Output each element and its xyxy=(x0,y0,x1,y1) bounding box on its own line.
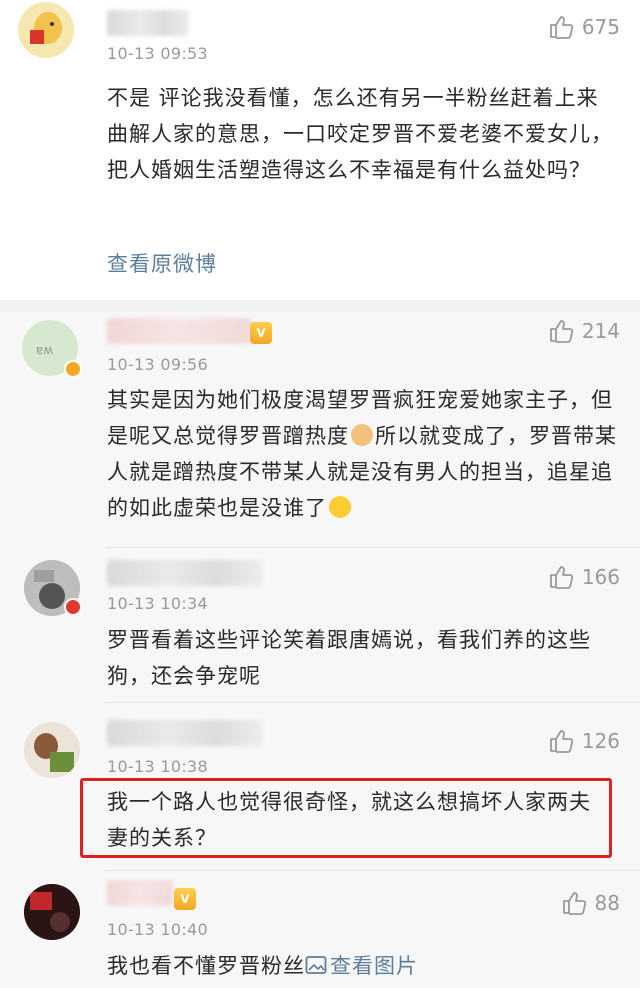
like-button[interactable]: 126 xyxy=(548,728,620,754)
region-badge-icon xyxy=(64,598,82,616)
view-image-link[interactable]: 查看图片 xyxy=(305,954,418,978)
cat-face-emoji xyxy=(351,424,373,446)
vip-icon: V xyxy=(174,888,196,910)
like-count: 214 xyxy=(581,319,620,343)
username-blurred[interactable] xyxy=(107,318,252,344)
like-count: 126 xyxy=(581,729,620,753)
comment-timestamp: 10-13 10:38 xyxy=(107,757,208,776)
comment-text: 不是 评论我没看懂，怎么还有另一半粉丝赶着上来曲解人家的意思，一口咬定罗晋不爱老… xyxy=(107,86,613,182)
svg-text:ɐʍ: ɐʍ xyxy=(36,343,53,357)
like-count: 166 xyxy=(581,565,620,589)
thumbs-up-icon xyxy=(549,566,573,589)
divider xyxy=(105,702,640,703)
username-blurred[interactable] xyxy=(107,880,173,906)
username-blurred[interactable] xyxy=(107,720,262,746)
like-button[interactable]: 166 xyxy=(548,564,620,590)
comment-text-part: 我也看不懂罗晋粉丝 xyxy=(107,954,305,978)
thumbs-up-icon xyxy=(549,730,573,753)
thumbs-up-icon xyxy=(549,320,573,343)
comment-timestamp: 10-13 09:56 xyxy=(107,355,208,374)
divider xyxy=(105,547,640,548)
like-button[interactable]: 675 xyxy=(548,14,620,40)
like-count: 675 xyxy=(581,15,620,39)
laughing-face-emoji xyxy=(329,496,351,518)
avatar[interactable] xyxy=(18,2,74,58)
comment-text: 我一个路人也觉得很奇怪，就这么想搞坏人家两夫妻的关系？ xyxy=(107,790,591,850)
like-button[interactable]: 214 xyxy=(548,318,620,344)
comment-timestamp: 10-13 10:40 xyxy=(107,920,208,939)
avatar[interactable] xyxy=(24,722,80,778)
like-count: 88 xyxy=(594,891,620,915)
comment-text: 我也看不懂罗晋粉丝 查看图片 xyxy=(107,948,617,984)
comment-timestamp: 10-13 10:34 xyxy=(107,594,208,613)
username-blurred[interactable] xyxy=(107,10,189,36)
thumbs-up-icon xyxy=(549,16,573,39)
comment-text: 其实是因为她们极度渴望罗晋疯狂宠爱她家主子，但是呢又总觉得罗晋蹭热度 所以就变成了… xyxy=(107,382,617,526)
verified-badge-icon xyxy=(64,360,82,378)
divider xyxy=(105,870,640,871)
image-icon xyxy=(305,956,327,974)
comment-text: 罗晋看着这些评论笑着跟唐嫣说，看我们养的这些狗，还会争宠呢 xyxy=(107,628,591,688)
avatar[interactable] xyxy=(24,884,80,940)
section-separator xyxy=(0,300,640,312)
view-original-link[interactable]: 查看原微博 xyxy=(107,248,217,278)
like-button[interactable]: 88 xyxy=(561,890,620,916)
thumbs-up-icon xyxy=(562,892,586,915)
username-blurred[interactable] xyxy=(107,560,262,586)
comment-timestamp: 10-13 09:53 xyxy=(107,44,208,63)
vip-icon: V xyxy=(250,322,272,344)
view-image-label: 查看图片 xyxy=(330,954,418,978)
